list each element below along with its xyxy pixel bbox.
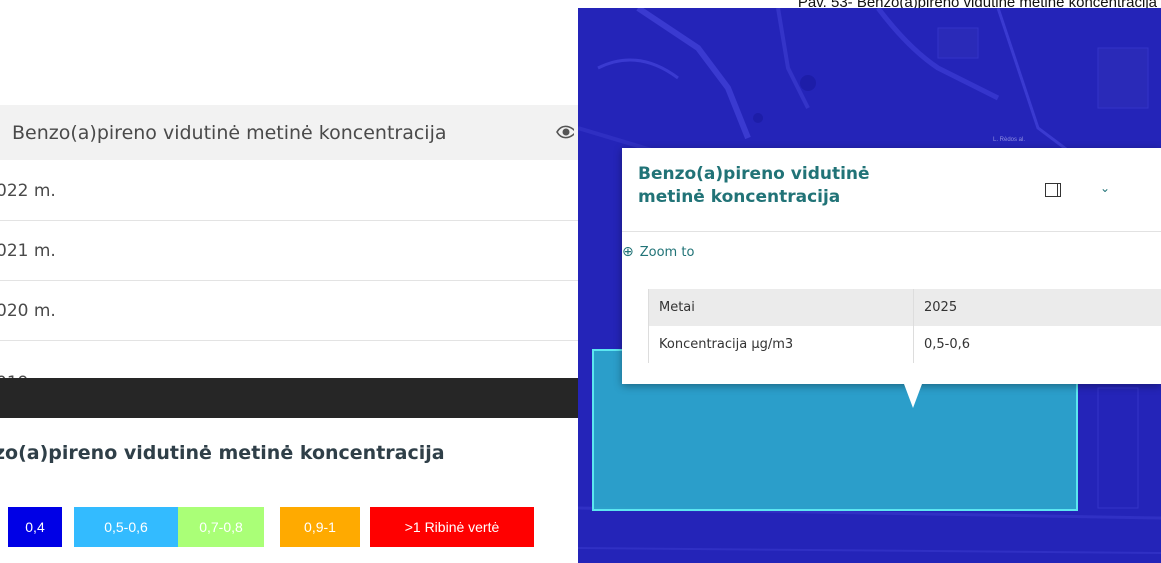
legend-swatch-1: 0,4: [8, 507, 62, 547]
legend-swatch-5: >1 Ribinė vertė: [370, 507, 534, 547]
list-item-year[interactable]: 021 m.: [0, 221, 578, 281]
legend-header-bar: [0, 378, 578, 418]
zoom-to-label: Zoom to: [639, 244, 695, 260]
feature-popup: Benzo(a)pireno vidutinė metinė koncentra…: [622, 148, 1161, 408]
popup-divider: [622, 231, 1161, 232]
list-item-year[interactable]: 022 m.: [0, 161, 578, 221]
layer-header[interactable]: Benzo(a)pireno vidutinė metinė koncentra…: [0, 105, 578, 160]
attribute-field: Koncentracija µg/m3: [648, 326, 914, 363]
layer-list-panel: Benzo(a)pireno vidutinė metinė koncentra…: [0, 8, 578, 563]
legend-swatch-label: 0,7-0,8: [199, 519, 243, 535]
chevron-down-icon[interactable]: ⌄: [1100, 181, 1110, 195]
legend-swatch-label: >1 Ribinė vertė: [404, 519, 500, 535]
year-label: 022 m.: [0, 180, 56, 201]
attribute-value: 2025: [913, 289, 1161, 326]
legend-title: zo(a)pireno vidutinė metinė koncentracij…: [0, 442, 445, 464]
legend-swatch-4: 0,9-1: [280, 507, 360, 547]
street-label: L. Rėdos al.: [993, 137, 1025, 143]
zoom-in-icon: ⊕: [622, 244, 634, 260]
table-row: Metai 2025: [648, 289, 1161, 326]
legend-swatch-2: 0,5-0,6: [74, 507, 178, 547]
legend-swatch-label: 0,4: [25, 519, 45, 535]
table-row: Koncentracija µg/m3 0,5-0,6: [648, 326, 1161, 363]
zoom-to-button[interactable]: ⊕ Zoom to: [622, 244, 694, 260]
attribute-value: 0,5-0,6: [913, 326, 1161, 363]
legend-swatch-label: 0,9-1: [304, 519, 336, 535]
legend-swatch-3: 0,7-0,8: [178, 507, 264, 547]
list-item-year[interactable]: 020 m.: [0, 281, 578, 341]
legend-swatch-label: 0,5-0,6: [104, 519, 148, 535]
year-label: 020 m.: [0, 300, 56, 321]
year-label: 021 m.: [0, 240, 56, 261]
layer-header-title: Benzo(a)pireno vidutinė metinė koncentra…: [12, 121, 447, 144]
attribute-table: Metai 2025 Koncentracija µg/m3 0,5-0,6: [648, 289, 1161, 363]
popup-title: Benzo(a)pireno vidutinė metinė koncentra…: [638, 164, 870, 207]
attribute-field: Metai: [648, 289, 914, 326]
dock-panel-icon[interactable]: [1045, 183, 1061, 197]
eye-icon[interactable]: [556, 121, 574, 143]
popup-pointer: [904, 384, 922, 408]
